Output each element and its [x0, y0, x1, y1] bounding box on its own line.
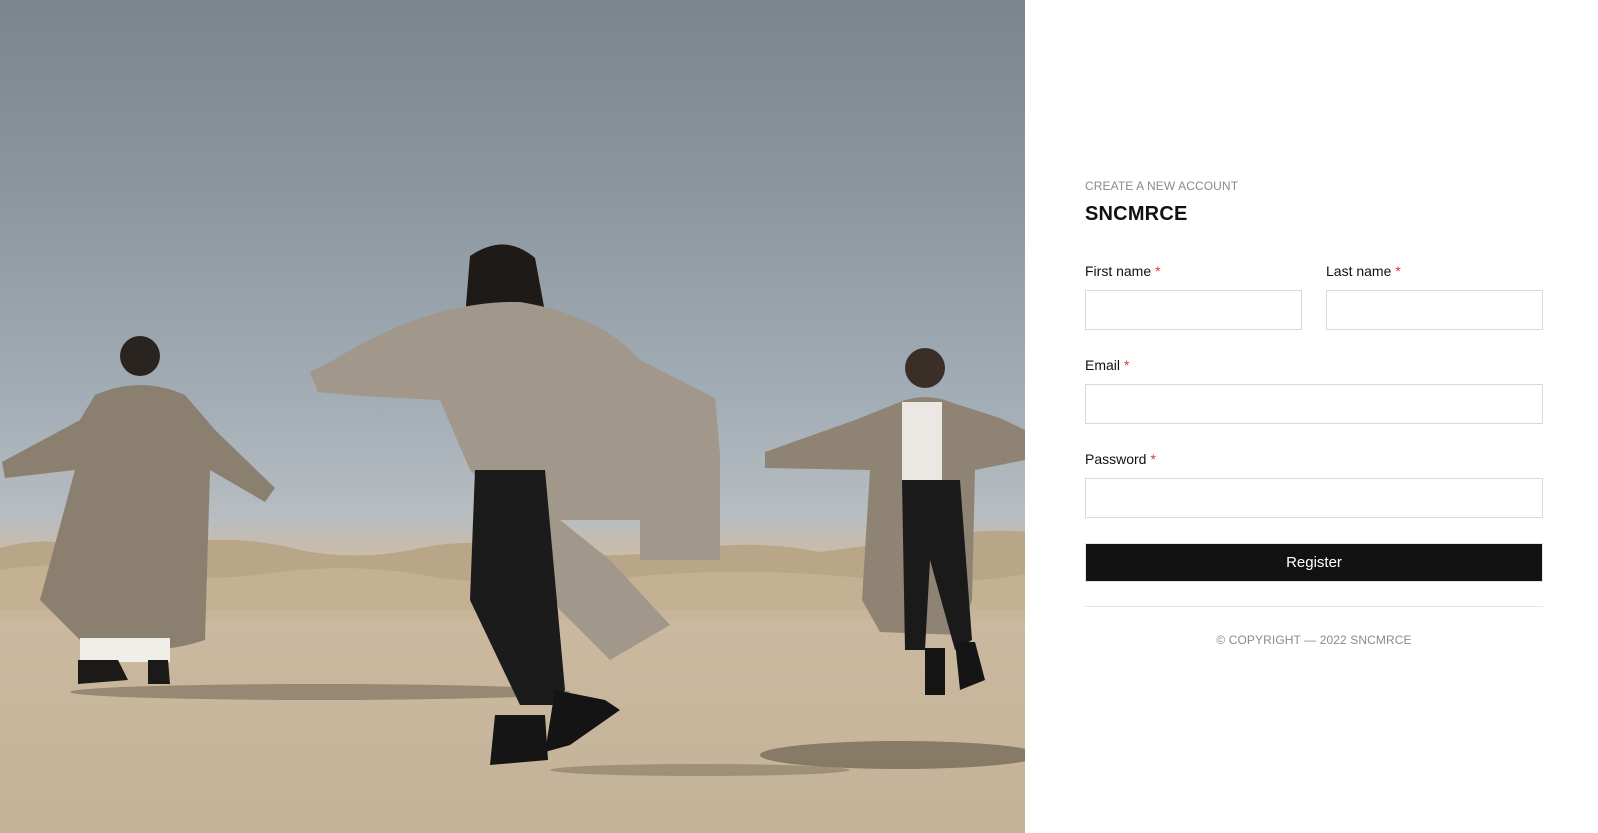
- brand-title: SNCMRCE: [1085, 203, 1188, 225]
- email-label-text: Email: [1085, 357, 1121, 373]
- name-row: First name * Last name *: [1085, 262, 1543, 330]
- form-panel: CREATE A NEW ACCOUNT SNCMRCE First name *…: [1025, 0, 1598, 833]
- footer-divider: [1085, 606, 1543, 607]
- email-input[interactable]: [1085, 384, 1543, 424]
- first-name-label: First name *: [1085, 262, 1302, 280]
- last-name-input[interactable]: [1326, 290, 1543, 330]
- first-name-input[interactable]: [1085, 290, 1302, 330]
- last-name-label-text: Last name: [1326, 263, 1392, 279]
- hero-image: [0, 0, 1025, 833]
- shadow-mid: [550, 764, 850, 776]
- required-mark: *: [1124, 357, 1130, 373]
- required-mark: *: [1150, 451, 1156, 467]
- form-eyebrow: CREATE A NEW ACCOUNT: [1085, 179, 1239, 193]
- password-input[interactable]: [1085, 478, 1543, 518]
- email-field-group: Email *: [1085, 356, 1543, 424]
- required-mark: *: [1155, 263, 1161, 279]
- first-name-label-text: First name: [1085, 263, 1152, 279]
- last-name-label: Last name *: [1326, 262, 1543, 280]
- register-form: CREATE A NEW ACCOUNT SNCMRCE First name *…: [1085, 178, 1543, 647]
- hero-illustration: [0, 244, 1025, 833]
- copyright-text: © COPYRIGHT — 2022 SNCMRCE: [1216, 633, 1412, 647]
- password-label: Password *: [1085, 450, 1543, 468]
- shadow-left: [70, 684, 570, 700]
- first-name-field-group: First name *: [1085, 262, 1302, 330]
- password-field-group: Password *: [1085, 450, 1543, 518]
- email-label: Email *: [1085, 356, 1543, 374]
- register-page: CREATE A NEW ACCOUNT SNCMRCE First name *…: [0, 0, 1598, 833]
- password-label-text: Password: [1085, 451, 1147, 467]
- register-button[interactable]: Register: [1085, 543, 1543, 582]
- last-name-field-group: Last name *: [1326, 262, 1543, 330]
- required-mark: *: [1395, 263, 1401, 279]
